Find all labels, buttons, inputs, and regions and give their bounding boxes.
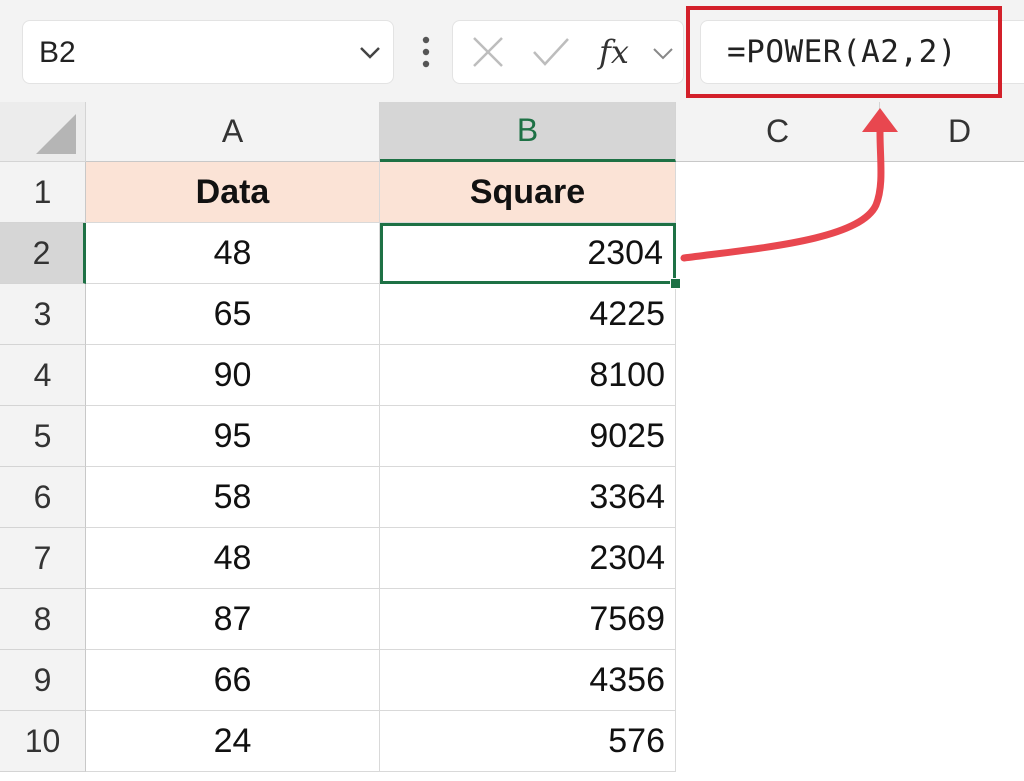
row-header-1[interactable]: 1 — [0, 162, 86, 223]
formula-buttons: fx — [452, 20, 684, 84]
row-header-10[interactable]: 10 — [0, 711, 86, 772]
cell-a2[interactable]: 48 — [86, 223, 380, 284]
cell-b4[interactable]: 8100 — [380, 345, 676, 406]
row-header-6[interactable]: 6 — [0, 467, 86, 528]
cell-b7[interactable]: 2304 — [380, 528, 676, 589]
cell-b10[interactable]: 576 — [380, 711, 676, 772]
cell-a5[interactable]: 95 — [86, 406, 380, 467]
cell-b5[interactable]: 9025 — [380, 406, 676, 467]
spreadsheet-grid: A B C D 1 Data Square 2 48 2304 3 65 4225 4 90 8100 5 95 9… — [0, 102, 1024, 781]
cell-b8[interactable]: 7569 — [380, 589, 676, 650]
check-icon[interactable] — [531, 35, 571, 69]
cell-a10[interactable]: 24 — [86, 711, 380, 772]
name-box-value: B2 — [39, 36, 76, 69]
cell-b9[interactable]: 4356 — [380, 650, 676, 711]
cell-a3[interactable]: 65 — [86, 284, 380, 345]
name-box[interactable]: B2 — [22, 20, 394, 84]
more-options-icon[interactable] — [416, 36, 436, 72]
column-header-c[interactable]: C — [676, 102, 880, 162]
column-header-a[interactable]: A — [86, 102, 380, 162]
cell-b3[interactable]: 4225 — [380, 284, 676, 345]
row-header-3[interactable]: 3 — [0, 284, 86, 345]
column-header-b[interactable]: B — [380, 102, 676, 162]
select-all-triangle-icon — [36, 114, 76, 154]
cell-a4[interactable]: 90 — [86, 345, 380, 406]
column-header-d[interactable]: D — [880, 102, 1024, 162]
formula-text: =POWER(A2,2) — [727, 34, 957, 70]
row-header-9[interactable]: 9 — [0, 650, 86, 711]
row-header-2[interactable]: 2 — [0, 223, 86, 284]
chevron-down-icon[interactable] — [358, 41, 382, 63]
row-header-8[interactable]: 8 — [0, 589, 86, 650]
row-header-5[interactable]: 5 — [0, 406, 86, 467]
fill-handle[interactable] — [670, 278, 681, 289]
cell-b2[interactable]: 2304 — [380, 223, 676, 284]
x-icon[interactable] — [471, 35, 505, 69]
header-cell-b1[interactable]: Square — [380, 162, 676, 223]
cell-a9[interactable]: 66 — [86, 650, 380, 711]
formula-input[interactable]: =POWER(A2,2) — [700, 20, 1024, 84]
cell-a7[interactable]: 48 — [86, 528, 380, 589]
formula-toolbar: B2 fx =POWER(A2,2) — [0, 0, 1024, 102]
cell-a8[interactable]: 87 — [86, 589, 380, 650]
header-cell-a1[interactable]: Data — [86, 162, 380, 223]
chevron-down-icon[interactable] — [651, 45, 675, 63]
select-all-corner[interactable] — [0, 102, 86, 162]
row-header-7[interactable]: 7 — [0, 528, 86, 589]
row-header-4[interactable]: 4 — [0, 345, 86, 406]
cell-a6[interactable]: 58 — [86, 467, 380, 528]
insert-function-button[interactable]: fx — [599, 33, 629, 71]
cell-b6[interactable]: 3364 — [380, 467, 676, 528]
